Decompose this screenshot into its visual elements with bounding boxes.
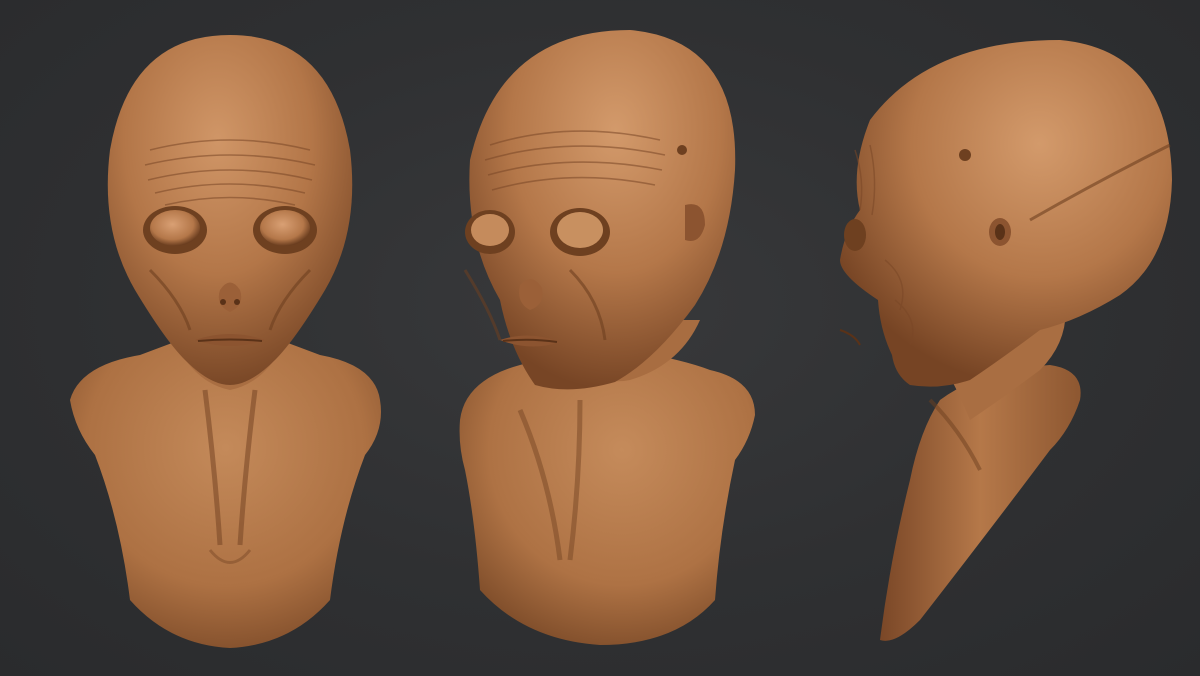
head-shape	[840, 40, 1172, 387]
alien-bust-front-view	[40, 0, 420, 676]
head-shape	[107, 35, 353, 385]
torso-shape	[459, 345, 755, 645]
alien-bust-side-view	[800, 0, 1200, 676]
alien-bust-side-render	[839, 40, 1172, 641]
eye	[844, 219, 866, 251]
alien-bust-front-render	[70, 35, 381, 648]
alien-bust-three-quarter-view	[430, 0, 790, 676]
alien-bust-three-quarter-render	[459, 30, 755, 645]
mouth	[839, 329, 861, 346]
render-canvas	[0, 0, 1200, 676]
